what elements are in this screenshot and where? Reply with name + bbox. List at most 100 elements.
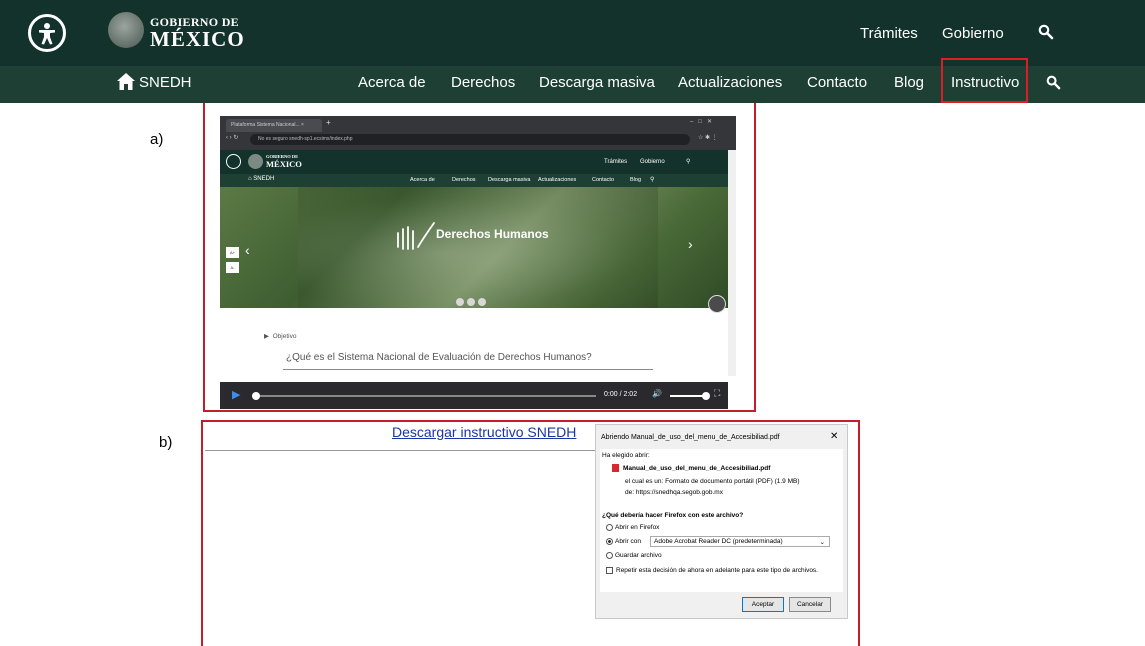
mini-brand: ⌂ SNEDH [248, 176, 275, 182]
link-gobierno[interactable]: Gobierno [942, 25, 1004, 42]
from-value: https://snedhqa.segob.gob.mx [635, 489, 723, 496]
caption-b: b) [159, 434, 173, 451]
nav-derechos[interactable]: Derechos [451, 74, 515, 91]
nav-blog[interactable]: Blog [894, 74, 924, 91]
mini-nav-derechos: Derechos [452, 177, 476, 183]
file-name: Manual_de_uso_del_menu_de_Accesibiliad.p… [623, 465, 771, 472]
nav-descarga-masiva[interactable]: Descarga masiva [539, 74, 655, 91]
dialog-question: ¿Qué debería hacer Firefox con este arch… [602, 512, 744, 519]
font-decrease-button: A- [226, 262, 239, 273]
volume-track [670, 395, 706, 397]
gov-logo-line2: MÉXICO [150, 27, 245, 51]
radio-open-with[interactable] [606, 538, 613, 545]
hero-title: Derechos Humanos [436, 227, 549, 241]
option-open-with[interactable]: Abrir con [606, 538, 641, 545]
mini-site-nav: ⌂ SNEDH Acerca de Derechos Descarga masi… [220, 174, 728, 187]
mini-link-gobierno: Gobierno [640, 159, 665, 165]
radio-open-firefox[interactable] [606, 524, 613, 531]
hand-logo-icon [394, 217, 442, 262]
mini-gov-header: GOBIERNO DE MÉXICO Trámites Gobierno ⚲ [220, 150, 728, 174]
option-open-with-label: Abrir con [615, 538, 642, 546]
site-nav: SNEDH Acerca de Derechos Descarga masiva… [0, 58, 1145, 103]
home-icon[interactable] [117, 73, 135, 90]
new-tab-icon: + [326, 118, 331, 127]
gov-header: GOBIERNO DE MÉXICO Trámites Gobierno [0, 0, 1145, 66]
type-value: Formato de documento portátil (PDF) (1.9… [665, 478, 800, 485]
nav-acerca-de[interactable]: Acerca de [358, 74, 426, 91]
nav-instructivo[interactable]: Instructivo [951, 74, 1019, 91]
progress-track [256, 395, 596, 397]
mexico-seal-icon [108, 12, 144, 48]
fullscreen-icon: ⛶ [714, 388, 721, 398]
mini-nav-search-icon: ⚲ [650, 177, 655, 183]
browser-actions-icon: ☆ ✱ ⋮ [698, 135, 718, 141]
hero-image [298, 187, 658, 308]
dialog-panel: Ha elegido abrir: Manual_de_uso_del_menu… [600, 449, 843, 592]
remember-checkbox[interactable] [606, 567, 613, 574]
objetivo-toggle: ▶ Objetivo [264, 333, 297, 340]
mini-seal-icon [248, 154, 263, 169]
chosen-label: Ha elegido abrir: [602, 452, 650, 459]
mini-search-icon: ⚲ [686, 159, 691, 165]
dialog-title: Abriendo Manual_de_uso_del_menu_de_Acces… [601, 434, 780, 441]
cancel-button[interactable]: Cancelar [789, 597, 831, 612]
nav-search-icon[interactable] [1046, 75, 1061, 95]
mini-nav-descarga: Descarga masiva [488, 177, 531, 183]
accept-button[interactable]: Aceptar [742, 597, 784, 612]
mini-brand-label: SNEDH [253, 176, 275, 182]
mini-scrollbar [728, 150, 736, 376]
mini-accessibility-icon [226, 154, 241, 169]
video-time: 0:00 / 2:02 [604, 391, 638, 398]
mini-nav-acerca: Acerca de [410, 177, 435, 183]
font-increase-button: A+ [226, 247, 239, 258]
file-source: de: https://snedhqa.segob.gob.mx [625, 489, 723, 496]
search-icon[interactable] [1038, 24, 1054, 45]
screenshot-a: Plataforma Sistema Nacional... × + – □ ✕… [220, 116, 736, 410]
chevron-down-icon: ⌄ [819, 539, 825, 546]
from-label: de: [625, 489, 635, 496]
browser-tab: Plataforma Sistema Nacional... × [226, 119, 322, 132]
mini-gov-line2: MÉXICO [266, 159, 302, 169]
nav-actualizaciones[interactable]: Actualizaciones [678, 74, 782, 91]
nav-contacto[interactable]: Contacto [807, 74, 867, 91]
brand-snedh[interactable]: SNEDH [139, 74, 192, 91]
file-type: el cual es un: Formato de documento port… [625, 478, 800, 485]
download-instructivo-link[interactable]: Descargar instructivo SNEDH [392, 424, 576, 440]
address-bar: No es seguro snedh-sp1.ecsimx/index.php [250, 134, 690, 145]
hero-carousel: Derechos Humanos ‹ › A+ A- [220, 187, 728, 313]
pdf-icon [612, 464, 619, 472]
objetivo-label: Objetivo [272, 333, 297, 340]
open-with-app: Adobe Acrobat Reader DC (predeterminada) [654, 538, 783, 545]
remember-label: Repetir esta decisión de ahora en adelan… [616, 567, 818, 575]
type-label: el cual es un: [625, 478, 664, 485]
carousel-prev-icon: ‹ [245, 242, 250, 258]
dialog-close-icon[interactable]: ✕ [830, 431, 838, 442]
download-divider [205, 450, 595, 451]
expand-icon [708, 295, 726, 313]
mini-divider [283, 369, 653, 370]
firefox-download-dialog: Abriendo Manual_de_uso_del_menu_de_Acces… [595, 424, 848, 619]
option-open-firefox[interactable]: Abrir en Firefox [606, 524, 659, 531]
radio-save[interactable] [606, 552, 613, 559]
remember-choice[interactable]: Repetir esta decisión de ahora en adelan… [606, 567, 818, 574]
option-save-label: Guardar archivo [615, 552, 662, 560]
window-controls-icon: – □ ✕ [690, 119, 712, 125]
caption-a: a) [150, 131, 164, 148]
option-open-firefox-label: Abrir en Firefox [615, 524, 660, 532]
nav-arrows-icon: ‹ › ↻ [226, 135, 239, 141]
carousel-dots [456, 293, 489, 311]
mini-nav-blog: Blog [630, 177, 642, 183]
video-player: ▶ 0:00 / 2:02 🔊 ⛶ [220, 382, 728, 409]
link-tramites[interactable]: Trámites [860, 25, 918, 42]
progress-handle [252, 392, 260, 400]
volume-icon: 🔊 [652, 389, 662, 398]
carousel-next-icon: › [688, 236, 693, 252]
mini-nav-contacto: Contacto [592, 177, 615, 183]
play-icon: ▶ [232, 389, 241, 401]
mini-question: ¿Qué es el Sistema Nacional de Evaluació… [286, 352, 592, 363]
browser-chrome: Plataforma Sistema Nacional... × + – □ ✕… [220, 116, 736, 150]
accessibility-icon[interactable] [28, 14, 66, 52]
mini-link-tramites: Trámites [604, 159, 628, 165]
open-with-select[interactable]: Adobe Acrobat Reader DC (predeterminada)… [650, 536, 830, 547]
option-save[interactable]: Guardar archivo [606, 552, 662, 559]
